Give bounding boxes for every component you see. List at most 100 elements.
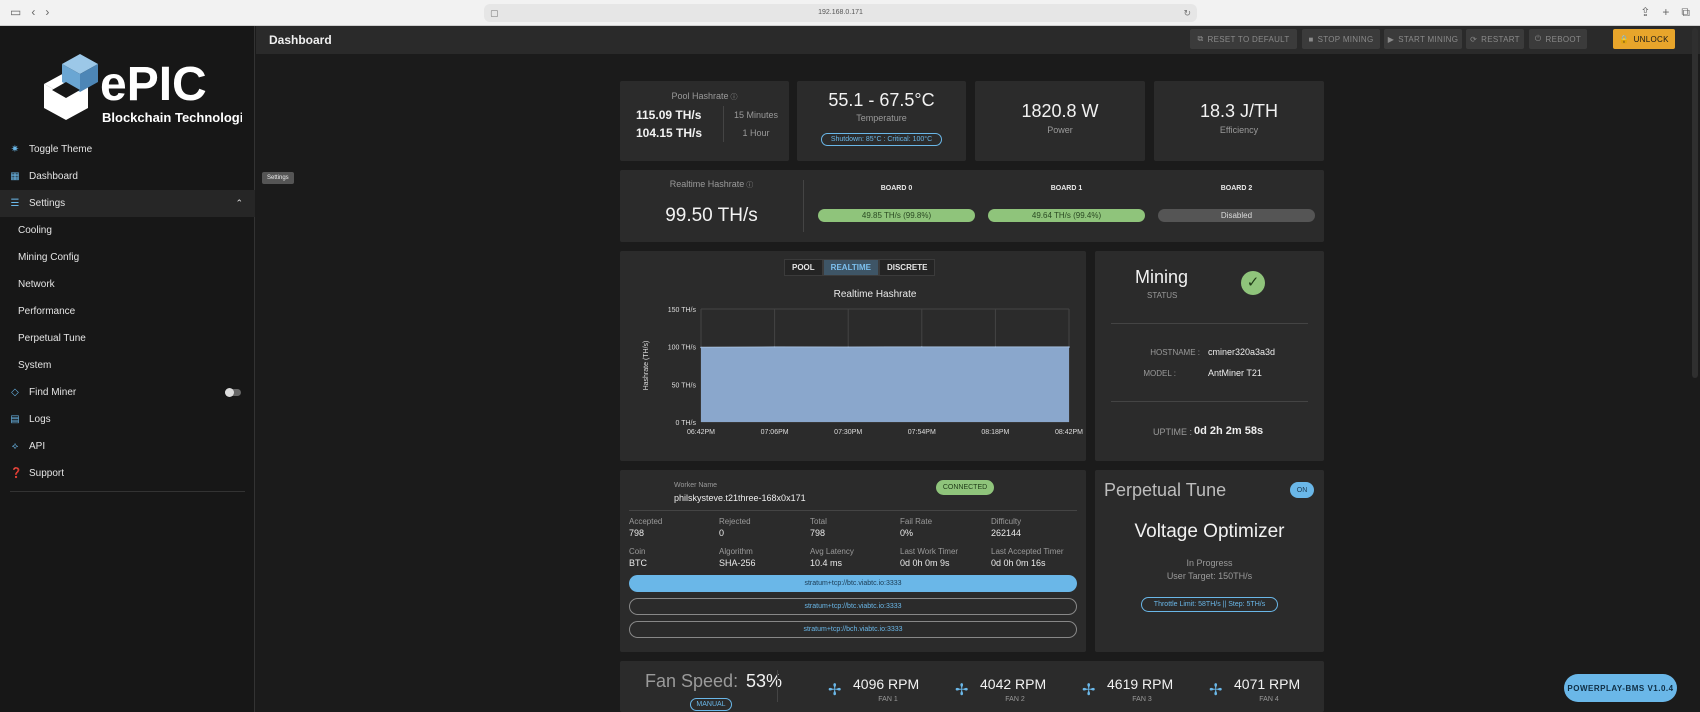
pool-url-1[interactable]: stratum+tcp://btc.viabtc.io:3333: [629, 575, 1077, 592]
pool-hashrate-label: Pool Hashrate: [671, 91, 729, 101]
sliders-icon: ☰: [10, 197, 20, 209]
tab-pool[interactable]: POOL: [784, 259, 823, 276]
stat-rejected: Rejected 0: [719, 517, 751, 538]
perpetual-tune-mode: Voltage Optimizer: [1134, 521, 1285, 542]
divider: [1111, 323, 1308, 324]
divider: [777, 670, 778, 702]
y-axis-label: Hashrate (TH/s): [643, 341, 650, 391]
page-icon: ▢: [490, 8, 499, 18]
series-point: [994, 346, 997, 348]
board-2-status: Disabled: [1158, 209, 1315, 222]
mining-state: Mining: [1135, 267, 1189, 287]
page-scrollbar[interactable]: [1692, 28, 1698, 378]
perpetual-tune-progress: In Progress: [1186, 558, 1233, 568]
sidebar-item-toggle-theme[interactable]: ✷ Toggle Theme: [0, 136, 255, 163]
start-mining-button[interactable]: ▶ START MINING: [1384, 29, 1462, 49]
uptime-label: UPTIME :: [1152, 427, 1192, 437]
hostname-value: cminer320a3a3d: [1208, 347, 1276, 357]
sidebar-nav: ✷ Toggle Theme ▦ Dashboard ☰ Settings ⌃ Cool…: [0, 136, 255, 492]
divider: [723, 106, 724, 142]
info-icon[interactable]: ⓘ: [731, 94, 738, 101]
stat-total: Total 798: [810, 517, 827, 538]
restart-button[interactable]: ⟳ RESTART: [1466, 29, 1524, 49]
pool-url-2[interactable]: stratum+tcp://btc.viabtc.io:3333: [629, 598, 1077, 615]
hostname-label: HOSTNAME :: [1150, 348, 1200, 357]
tab-discrete[interactable]: DISCRETE: [878, 259, 936, 276]
sidebar-item-network[interactable]: Network: [0, 271, 255, 298]
version-button[interactable]: POWERPLAY-BMS V1.0.4: [1564, 674, 1677, 702]
fan-3: ✢ 4619 RPM FAN 3: [1082, 676, 1174, 703]
sidebar-item-performance[interactable]: Performance: [0, 298, 255, 325]
log-icon: ▤: [10, 413, 20, 425]
stat-coin: Coin BTC: [629, 547, 647, 568]
realtime-hashrate-value: 99.50 TH/s: [665, 205, 758, 226]
fan-icon: ✢: [828, 682, 842, 699]
series-point: [773, 346, 776, 348]
x-tick-label: 07:06PM: [761, 429, 789, 436]
power-value: 1820.8 W: [1021, 101, 1099, 121]
fan-icon: ✢: [1082, 682, 1096, 699]
efficiency-value: 18.3 J/TH: [1199, 101, 1279, 121]
stat-accepted: Accepted 798: [629, 517, 663, 538]
reload-icon[interactable]: ↻: [1183, 4, 1191, 22]
temperature-value: 55.1 - 67.5°C: [828, 90, 935, 110]
sidebar-item-api[interactable]: ⟡ API: [0, 433, 255, 460]
temperature-card: 55.1 - 67.5°C Temperature Shutdown: 85°C…: [797, 81, 966, 161]
sidebar-divider: [10, 491, 245, 492]
sidebar-item-mining-config[interactable]: Mining Config: [0, 244, 255, 271]
chart-mode-tabs: POOL REALTIME DISCRETE: [784, 259, 936, 276]
api-icon: ⟡: [11, 440, 19, 452]
sidebar-toggle-icon[interactable]: ▭: [10, 5, 21, 19]
browser-toolbar: ▭ ‹ › ▢ 192.168.0.171 ↻ ⇪ + ⧉: [0, 0, 1700, 26]
restart-icon: ⟳: [1470, 34, 1478, 44]
stop-mining-button[interactable]: ■ STOP MINING: [1302, 29, 1380, 49]
tabs-icon[interactable]: ⧉: [1681, 5, 1690, 20]
share-icon[interactable]: ⇪: [1640, 5, 1650, 20]
hashrate-chart: Realtime Hashrate 0 TH/s 50 TH/s 100 TH/s 15…: [643, 289, 1083, 436]
browser-actions: ⇪ + ⧉: [1640, 5, 1690, 20]
label-15-minutes: 15 Minutes: [733, 110, 779, 120]
sidebar-item-perpetual-tune[interactable]: Perpetual Tune: [0, 325, 255, 352]
settings-tooltip: Settings: [262, 172, 294, 184]
sidebar-item-settings[interactable]: ☰ Settings ⌃: [0, 190, 255, 217]
pool-hashrate-card: Pool Hashrate ⓘ 115.09 TH/s 104.15 TH/s 1…: [620, 81, 789, 161]
forward-icon[interactable]: ›: [45, 5, 49, 19]
chart-title: Realtime Hashrate: [834, 289, 917, 300]
realtime-hashrate-label: Realtime Hashrate: [669, 179, 745, 189]
efficiency-card: 18.3 J/TH Efficiency: [1154, 81, 1324, 161]
unlock-button[interactable]: 🔒 UNLOCK: [1613, 29, 1675, 49]
tab-realtime[interactable]: REALTIME: [822, 259, 879, 276]
perpetual-tune-title: Perpetual Tune: [1104, 480, 1227, 500]
stat-last-work-timer: Last Work Timer 0d 0h 0m 9s: [900, 547, 959, 568]
sidebar-item-find-miner[interactable]: ◇ Find Miner: [0, 379, 255, 406]
address-bar[interactable]: ▢ 192.168.0.171 ↻: [484, 4, 1197, 22]
brand-name: ePIC: [100, 58, 207, 111]
y-tick-label: 0 TH/s: [676, 420, 697, 427]
fan-1: ✢ 4096 RPM FAN 1: [828, 676, 920, 703]
sidebar-item-dashboard[interactable]: ▦ Dashboard: [0, 163, 255, 190]
sidebar-item-logs[interactable]: ▤ Logs: [0, 406, 255, 433]
find-miner-toggle[interactable]: [225, 388, 241, 397]
worker-card: Worker Name philskysteve.t21three-168x0x…: [620, 470, 1086, 652]
perpetual-tune-state-badge[interactable]: ON: [1290, 482, 1314, 498]
power-card: 1820.8 W Power: [975, 81, 1145, 161]
reset-to-default-button[interactable]: ⧉ RESET TO DEFAULT: [1190, 29, 1297, 49]
board-1-label: BOARD 1: [1050, 185, 1083, 192]
sidebar-item-cooling[interactable]: Cooling: [0, 217, 255, 244]
info-icon[interactable]: ⓘ: [746, 182, 753, 189]
sidebar-item-support[interactable]: ❓ Support: [0, 460, 255, 487]
stop-icon: ■: [1308, 34, 1314, 44]
pool-hashrate-1h: 104.15 TH/s: [636, 126, 703, 140]
status-card: Mining STATUS ✓ HOSTNAME : cminer320a3a3…: [1095, 251, 1324, 461]
temperature-label: Temperature: [856, 113, 907, 123]
stat-fail-rate: Fail Rate 0%: [900, 517, 933, 538]
perpetual-tune-card: Perpetual Tune ON Voltage Optimizer In P…: [1095, 470, 1324, 652]
sidebar-item-system[interactable]: System: [0, 352, 255, 379]
new-tab-icon[interactable]: +: [1662, 5, 1669, 20]
reboot-button[interactable]: ⏻ REBOOT: [1529, 29, 1587, 49]
series-area: [701, 346, 1069, 422]
pool-url-3[interactable]: stratum+tcp://bch.viabtc.io:3333: [629, 621, 1077, 638]
board-2-label: BOARD 2: [1220, 185, 1253, 192]
url-text: 192.168.0.171: [818, 9, 863, 16]
back-icon[interactable]: ‹: [31, 5, 35, 19]
